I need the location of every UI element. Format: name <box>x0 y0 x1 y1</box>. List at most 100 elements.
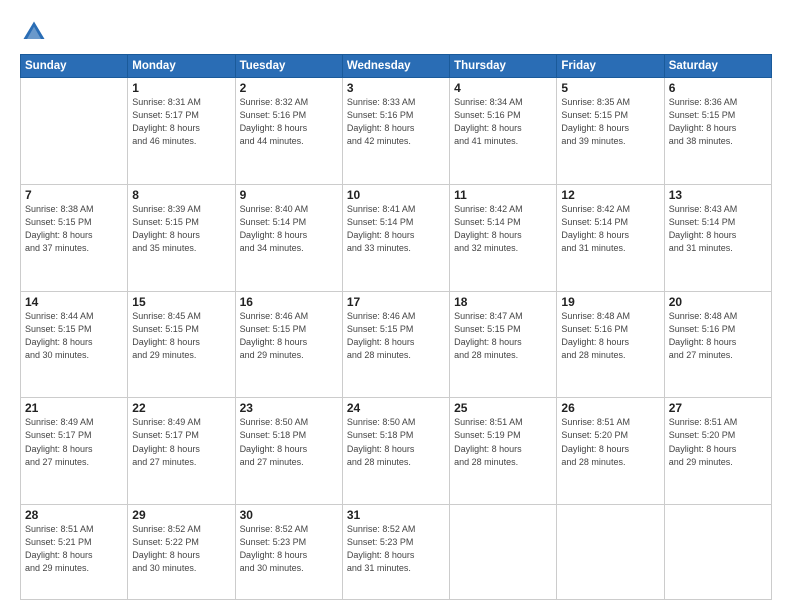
calendar-cell: 24Sunrise: 8:50 AM Sunset: 5:18 PM Dayli… <box>342 398 449 505</box>
day-info: Sunrise: 8:46 AM Sunset: 5:15 PM Dayligh… <box>347 310 445 362</box>
header <box>20 18 772 46</box>
day-info: Sunrise: 8:45 AM Sunset: 5:15 PM Dayligh… <box>132 310 230 362</box>
day-number: 16 <box>240 295 338 309</box>
day-info: Sunrise: 8:40 AM Sunset: 5:14 PM Dayligh… <box>240 203 338 255</box>
calendar-cell <box>664 505 771 600</box>
day-info: Sunrise: 8:36 AM Sunset: 5:15 PM Dayligh… <box>669 96 767 148</box>
day-number: 10 <box>347 188 445 202</box>
calendar-cell: 25Sunrise: 8:51 AM Sunset: 5:19 PM Dayli… <box>450 398 557 505</box>
calendar-cell <box>557 505 664 600</box>
calendar-cell: 9Sunrise: 8:40 AM Sunset: 5:14 PM Daylig… <box>235 184 342 291</box>
weekday-friday: Friday <box>557 55 664 78</box>
calendar-cell: 10Sunrise: 8:41 AM Sunset: 5:14 PM Dayli… <box>342 184 449 291</box>
day-number: 19 <box>561 295 659 309</box>
day-info: Sunrise: 8:42 AM Sunset: 5:14 PM Dayligh… <box>454 203 552 255</box>
day-number: 17 <box>347 295 445 309</box>
day-info: Sunrise: 8:43 AM Sunset: 5:14 PM Dayligh… <box>669 203 767 255</box>
calendar-cell: 27Sunrise: 8:51 AM Sunset: 5:20 PM Dayli… <box>664 398 771 505</box>
day-number: 3 <box>347 81 445 95</box>
calendar-cell: 29Sunrise: 8:52 AM Sunset: 5:22 PM Dayli… <box>128 505 235 600</box>
calendar-cell: 12Sunrise: 8:42 AM Sunset: 5:14 PM Dayli… <box>557 184 664 291</box>
calendar-cell: 6Sunrise: 8:36 AM Sunset: 5:15 PM Daylig… <box>664 78 771 185</box>
weekday-saturday: Saturday <box>664 55 771 78</box>
calendar-week-row: 7Sunrise: 8:38 AM Sunset: 5:15 PM Daylig… <box>21 184 772 291</box>
day-info: Sunrise: 8:41 AM Sunset: 5:14 PM Dayligh… <box>347 203 445 255</box>
calendar-cell: 18Sunrise: 8:47 AM Sunset: 5:15 PM Dayli… <box>450 291 557 398</box>
calendar-cell: 13Sunrise: 8:43 AM Sunset: 5:14 PM Dayli… <box>664 184 771 291</box>
day-number: 20 <box>669 295 767 309</box>
day-number: 14 <box>25 295 123 309</box>
day-number: 9 <box>240 188 338 202</box>
day-info: Sunrise: 8:50 AM Sunset: 5:18 PM Dayligh… <box>240 416 338 468</box>
calendar-cell: 3Sunrise: 8:33 AM Sunset: 5:16 PM Daylig… <box>342 78 449 185</box>
calendar-cell: 31Sunrise: 8:52 AM Sunset: 5:23 PM Dayli… <box>342 505 449 600</box>
calendar-week-row: 28Sunrise: 8:51 AM Sunset: 5:21 PM Dayli… <box>21 505 772 600</box>
day-info: Sunrise: 8:51 AM Sunset: 5:21 PM Dayligh… <box>25 523 123 575</box>
day-number: 22 <box>132 401 230 415</box>
day-number: 23 <box>240 401 338 415</box>
day-info: Sunrise: 8:46 AM Sunset: 5:15 PM Dayligh… <box>240 310 338 362</box>
calendar-cell: 8Sunrise: 8:39 AM Sunset: 5:15 PM Daylig… <box>128 184 235 291</box>
day-number: 5 <box>561 81 659 95</box>
calendar-cell: 16Sunrise: 8:46 AM Sunset: 5:15 PM Dayli… <box>235 291 342 398</box>
page: SundayMondayTuesdayWednesdayThursdayFrid… <box>0 0 792 612</box>
weekday-wednesday: Wednesday <box>342 55 449 78</box>
day-number: 25 <box>454 401 552 415</box>
day-number: 11 <box>454 188 552 202</box>
day-number: 21 <box>25 401 123 415</box>
day-number: 24 <box>347 401 445 415</box>
calendar-cell: 30Sunrise: 8:52 AM Sunset: 5:23 PM Dayli… <box>235 505 342 600</box>
day-number: 13 <box>669 188 767 202</box>
day-number: 29 <box>132 508 230 522</box>
calendar-cell: 15Sunrise: 8:45 AM Sunset: 5:15 PM Dayli… <box>128 291 235 398</box>
day-info: Sunrise: 8:38 AM Sunset: 5:15 PM Dayligh… <box>25 203 123 255</box>
day-info: Sunrise: 8:51 AM Sunset: 5:19 PM Dayligh… <box>454 416 552 468</box>
day-info: Sunrise: 8:51 AM Sunset: 5:20 PM Dayligh… <box>561 416 659 468</box>
day-info: Sunrise: 8:33 AM Sunset: 5:16 PM Dayligh… <box>347 96 445 148</box>
day-info: Sunrise: 8:48 AM Sunset: 5:16 PM Dayligh… <box>669 310 767 362</box>
day-info: Sunrise: 8:50 AM Sunset: 5:18 PM Dayligh… <box>347 416 445 468</box>
calendar-cell <box>21 78 128 185</box>
day-number: 4 <box>454 81 552 95</box>
day-info: Sunrise: 8:31 AM Sunset: 5:17 PM Dayligh… <box>132 96 230 148</box>
day-info: Sunrise: 8:32 AM Sunset: 5:16 PM Dayligh… <box>240 96 338 148</box>
calendar-cell: 22Sunrise: 8:49 AM Sunset: 5:17 PM Dayli… <box>128 398 235 505</box>
day-number: 1 <box>132 81 230 95</box>
calendar-cell: 5Sunrise: 8:35 AM Sunset: 5:15 PM Daylig… <box>557 78 664 185</box>
calendar-cell: 1Sunrise: 8:31 AM Sunset: 5:17 PM Daylig… <box>128 78 235 185</box>
calendar-cell: 17Sunrise: 8:46 AM Sunset: 5:15 PM Dayli… <box>342 291 449 398</box>
calendar-cell: 20Sunrise: 8:48 AM Sunset: 5:16 PM Dayli… <box>664 291 771 398</box>
calendar-cell: 11Sunrise: 8:42 AM Sunset: 5:14 PM Dayli… <box>450 184 557 291</box>
weekday-tuesday: Tuesday <box>235 55 342 78</box>
day-info: Sunrise: 8:44 AM Sunset: 5:15 PM Dayligh… <box>25 310 123 362</box>
weekday-header-row: SundayMondayTuesdayWednesdayThursdayFrid… <box>21 55 772 78</box>
day-info: Sunrise: 8:49 AM Sunset: 5:17 PM Dayligh… <box>25 416 123 468</box>
calendar-cell: 4Sunrise: 8:34 AM Sunset: 5:16 PM Daylig… <box>450 78 557 185</box>
calendar-week-row: 21Sunrise: 8:49 AM Sunset: 5:17 PM Dayli… <box>21 398 772 505</box>
day-info: Sunrise: 8:42 AM Sunset: 5:14 PM Dayligh… <box>561 203 659 255</box>
day-number: 18 <box>454 295 552 309</box>
day-number: 28 <box>25 508 123 522</box>
day-info: Sunrise: 8:48 AM Sunset: 5:16 PM Dayligh… <box>561 310 659 362</box>
day-info: Sunrise: 8:35 AM Sunset: 5:15 PM Dayligh… <box>561 96 659 148</box>
day-number: 26 <box>561 401 659 415</box>
day-number: 12 <box>561 188 659 202</box>
weekday-thursday: Thursday <box>450 55 557 78</box>
day-info: Sunrise: 8:47 AM Sunset: 5:15 PM Dayligh… <box>454 310 552 362</box>
calendar-cell: 26Sunrise: 8:51 AM Sunset: 5:20 PM Dayli… <box>557 398 664 505</box>
calendar-cell: 21Sunrise: 8:49 AM Sunset: 5:17 PM Dayli… <box>21 398 128 505</box>
day-number: 7 <box>25 188 123 202</box>
day-number: 15 <box>132 295 230 309</box>
weekday-monday: Monday <box>128 55 235 78</box>
day-info: Sunrise: 8:49 AM Sunset: 5:17 PM Dayligh… <box>132 416 230 468</box>
logo <box>20 18 52 46</box>
day-info: Sunrise: 8:39 AM Sunset: 5:15 PM Dayligh… <box>132 203 230 255</box>
day-info: Sunrise: 8:52 AM Sunset: 5:23 PM Dayligh… <box>240 523 338 575</box>
calendar-cell: 23Sunrise: 8:50 AM Sunset: 5:18 PM Dayli… <box>235 398 342 505</box>
calendar-cell: 2Sunrise: 8:32 AM Sunset: 5:16 PM Daylig… <box>235 78 342 185</box>
day-info: Sunrise: 8:51 AM Sunset: 5:20 PM Dayligh… <box>669 416 767 468</box>
day-info: Sunrise: 8:52 AM Sunset: 5:23 PM Dayligh… <box>347 523 445 575</box>
day-number: 6 <box>669 81 767 95</box>
logo-icon <box>20 18 48 46</box>
calendar-cell: 19Sunrise: 8:48 AM Sunset: 5:16 PM Dayli… <box>557 291 664 398</box>
